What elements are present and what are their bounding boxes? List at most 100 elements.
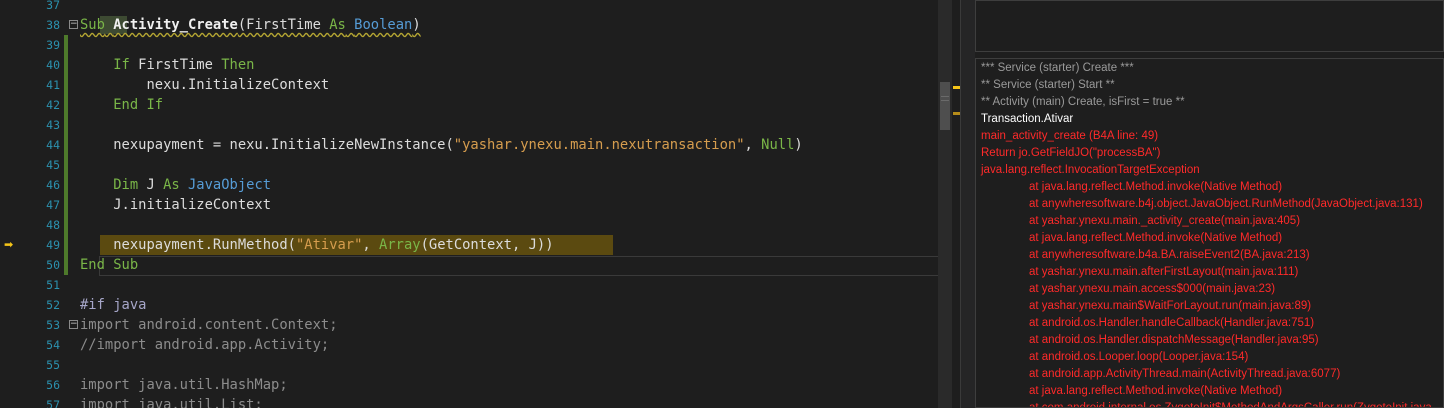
panel-splitter[interactable] bbox=[960, 0, 975, 408]
code-text[interactable]: J.initializeContext bbox=[80, 195, 271, 215]
code-token: Null bbox=[761, 137, 795, 153]
code-line[interactable]: 43 bbox=[20, 115, 938, 135]
code-token: import android.content.Context; bbox=[80, 317, 338, 333]
code-token: As bbox=[163, 177, 188, 193]
code-token: J.initializeContext bbox=[80, 197, 272, 213]
log-entry[interactable]: at android.app.ActivityThread.main(Activ… bbox=[1029, 366, 1340, 383]
code-text[interactable]: import android.content.Context; bbox=[80, 315, 338, 335]
code-token: End Sub bbox=[80, 257, 139, 273]
code-line[interactable]: 48 bbox=[20, 215, 938, 235]
line-number: 38 bbox=[46, 18, 60, 32]
change-marker bbox=[64, 175, 68, 195]
code-token: nexu.InitializeContext bbox=[80, 77, 330, 93]
code-text[interactable]: End Sub bbox=[80, 255, 138, 275]
log-entry[interactable]: ** Activity (main) Create, isFirst = tru… bbox=[981, 94, 1185, 111]
code-line[interactable]: 46 Dim J As JavaObject bbox=[20, 175, 938, 195]
line-number: 51 bbox=[46, 278, 60, 292]
log-entry[interactable]: at anywheresoftware.b4a.BA.raiseEvent2(B… bbox=[1029, 247, 1310, 264]
code-line[interactable]: 56 import java.util.HashMap; bbox=[20, 375, 938, 395]
log-entry[interactable]: main_activity_create (B4A line: 49) bbox=[981, 128, 1158, 145]
log-entry[interactable]: *** Service (starter) Create *** bbox=[981, 60, 1134, 77]
log-entry[interactable]: at java.lang.reflect.Method.invoke(Nativ… bbox=[1029, 230, 1282, 247]
code-line[interactable]: 47 J.initializeContext bbox=[20, 195, 938, 215]
log-entry[interactable]: at yashar.ynexu.main$WaitForLayout.run(m… bbox=[1029, 298, 1311, 315]
code-text[interactable]: nexupayment.RunMethod("Ativar", Array(Ge… bbox=[80, 235, 553, 255]
code-line[interactable]: 52 #if java bbox=[20, 295, 938, 315]
code-token: If bbox=[80, 57, 139, 73]
code-text[interactable]: import java.util.HashMap; bbox=[80, 375, 288, 395]
code-text[interactable]: //import android.app.Activity; bbox=[80, 335, 329, 355]
log-entry[interactable]: at java.lang.reflect.Method.invoke(Nativ… bbox=[1029, 383, 1282, 400]
code-line[interactable]: 50 End Sub bbox=[20, 255, 938, 275]
line-number: 47 bbox=[46, 198, 60, 212]
log-entry[interactable]: Return jo.GetFieldJO("processBA") bbox=[981, 145, 1160, 162]
code-text[interactable]: Dim J As JavaObject bbox=[80, 175, 271, 195]
code-text[interactable]: If FirstTime Then bbox=[80, 55, 254, 75]
code-token: ) bbox=[412, 17, 421, 33]
code-line[interactable]: 38− Sub Activity_Create(FirstTime As Bool… bbox=[20, 15, 938, 35]
code-line[interactable]: 41 nexu.InitializeContext bbox=[20, 75, 938, 95]
code-line[interactable]: 53− import android.content.Context; bbox=[20, 315, 938, 335]
log-entry[interactable]: at android.os.Handler.dispatchMessage(Ha… bbox=[1029, 332, 1319, 349]
code-token: nexupayment = nexu.InitializeNewInstance… bbox=[80, 137, 454, 153]
code-line[interactable]: 45 bbox=[20, 155, 938, 175]
code-text[interactable]: nexu.InitializeContext bbox=[80, 75, 329, 95]
log-entry[interactable]: java.lang.reflect.InvocationTargetExcept… bbox=[981, 162, 1200, 179]
change-marker bbox=[64, 75, 68, 95]
line-number: 37 bbox=[46, 0, 60, 12]
log-entry[interactable]: at anywheresoftware.b4j.object.JavaObjec… bbox=[1029, 196, 1423, 213]
code-line[interactable]: 39 bbox=[20, 35, 938, 55]
code-line[interactable]: 42 End If bbox=[20, 95, 938, 115]
code-token: Dim bbox=[80, 177, 147, 193]
code-text[interactable]: End If bbox=[80, 95, 163, 115]
code-line[interactable]: 55 bbox=[20, 355, 938, 375]
code-token: Sub bbox=[80, 17, 105, 33]
code-text[interactable]: #if java bbox=[80, 295, 146, 315]
line-number: 48 bbox=[46, 218, 60, 232]
log-entry[interactable]: Transaction.Ativar bbox=[981, 111, 1073, 128]
right-top-panel bbox=[975, 0, 1444, 52]
code-token: "Ativar" bbox=[295, 237, 363, 253]
log-entry[interactable]: at java.lang.reflect.Method.invoke(Nativ… bbox=[1029, 179, 1282, 196]
code-text[interactable]: import java.util.List; bbox=[80, 395, 263, 408]
log-entry[interactable]: at yashar.ynexu.main.access$000(main.jav… bbox=[1029, 281, 1275, 298]
code-line[interactable]: 40 If FirstTime Then bbox=[20, 55, 938, 75]
editor-gutter[interactable]: ➡ bbox=[0, 0, 20, 408]
code-line[interactable]: 44 nexupayment = nexu.InitializeNewInsta… bbox=[20, 135, 938, 155]
code-editor[interactable]: 37 38− Sub Activity_Create(FirstTime As Bo… bbox=[20, 0, 938, 408]
log-entry[interactable]: at com.android.internal.os.ZygoteInit$Me… bbox=[1029, 400, 1432, 407]
code-line[interactable]: 51 bbox=[20, 275, 938, 295]
fold-minus-icon[interactable]: − bbox=[69, 20, 78, 29]
line-number: 57 bbox=[46, 398, 60, 408]
code-text[interactable]: Sub Activity_Create(FirstTime As Boolean… bbox=[80, 15, 421, 35]
code-line[interactable]: 49 nexupayment.RunMethod("Ativar", Array… bbox=[20, 235, 938, 255]
current-line-arrow-icon: ➡ bbox=[4, 238, 14, 251]
vertical-scrollbar[interactable] bbox=[938, 0, 952, 408]
log-entry[interactable]: at android.os.Handler.handleCallback(Han… bbox=[1029, 315, 1314, 332]
code-line[interactable]: 54 //import android.app.Activity; bbox=[20, 335, 938, 355]
code-token: As bbox=[329, 17, 346, 33]
code-token: Array bbox=[379, 237, 421, 253]
change-marker bbox=[64, 235, 68, 255]
log-entry[interactable]: at android.os.Looper.loop(Looper.java:15… bbox=[1029, 349, 1248, 366]
code-token: J bbox=[146, 177, 164, 193]
log-entry[interactable]: at yashar.ynexu.main._activity_create(ma… bbox=[1029, 213, 1300, 230]
change-marker bbox=[64, 95, 68, 115]
code-line[interactable]: 57 import java.util.List; bbox=[20, 395, 938, 408]
line-number: 49 bbox=[46, 238, 60, 252]
scrollbar-thumb[interactable] bbox=[940, 82, 950, 130]
code-token: nexupayment.RunMethod( bbox=[80, 237, 296, 253]
code-token: FirstTime bbox=[138, 57, 222, 73]
log-entry[interactable]: at yashar.ynexu.main.afterFirstLayout(ma… bbox=[1029, 264, 1298, 281]
code-token: , bbox=[744, 137, 762, 153]
log-entry[interactable]: ** Service (starter) Start ** bbox=[981, 77, 1115, 94]
logs-panel[interactable]: *** Service (starter) Create *** ** Servi… bbox=[975, 58, 1444, 408]
fold-minus-icon[interactable]: − bbox=[69, 320, 78, 329]
line-number: 42 bbox=[46, 98, 60, 112]
code-text[interactable]: nexupayment = nexu.InitializeNewInstance… bbox=[80, 135, 802, 155]
code-token: , bbox=[362, 237, 380, 253]
code-line[interactable]: 37 bbox=[20, 0, 938, 15]
line-number: 53 bbox=[46, 318, 60, 332]
change-marker bbox=[64, 255, 68, 275]
code-token: //import android.app.Activity; bbox=[80, 337, 330, 353]
